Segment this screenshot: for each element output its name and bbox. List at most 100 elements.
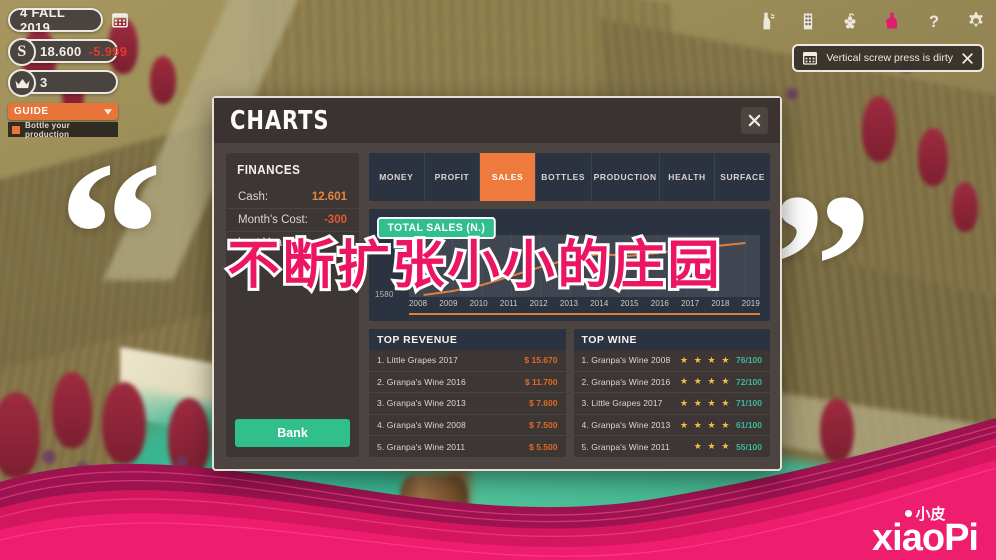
- caret-down-icon: [104, 108, 112, 115]
- table-row[interactable]: 2. Granpa's Wine 2016 ★ ★ ★ ★ 72/100: [573, 372, 770, 394]
- table-row[interactable]: 5. Granpa's Wine 2011 ★ ★ ★ 55/100: [574, 436, 771, 457]
- wine-item-name: 3. Little Grapes 2017: [581, 398, 663, 409]
- wine-score: 61/100: [736, 420, 762, 431]
- guide-task-label: Bottle your production: [25, 120, 70, 139]
- chart-x-tick: 2019: [741, 299, 760, 308]
- help-icon[interactable]: ?: [924, 10, 944, 32]
- tree: [150, 56, 176, 104]
- bush: [76, 462, 89, 475]
- svg-text:?: ?: [929, 12, 939, 31]
- finances-title: FINANCES: [237, 163, 301, 177]
- table-row[interactable]: 1. Little Grapes 2017 $ 15.670: [369, 350, 566, 372]
- hud-panel: 4 FALL 2019 S 18.600 -5.999 3 GUIDE Bott…: [8, 5, 129, 139]
- top-wine-table: TOP WINE 1. Granpa's Wine 2008 ★ ★ ★ ★ 7…: [573, 329, 771, 457]
- revenue-item-name: 3. Granpa's Wine 2013: [377, 398, 466, 409]
- chart-x-tick: 2010: [469, 299, 488, 308]
- guide-button[interactable]: GUIDE: [8, 103, 118, 120]
- subtitle-overlay: 不断扩张小小的庄园: [224, 233, 723, 299]
- revenue-item-name: 1. Little Grapes 2017: [377, 355, 459, 366]
- tree: [168, 398, 210, 478]
- table-row[interactable]: 3. Granpa's Wine 2013 $ 7.600: [369, 393, 566, 415]
- table-row[interactable]: 5. Granpa's Wine 2011 $ 5.500: [369, 436, 566, 457]
- bush: [176, 456, 188, 468]
- task-checkbox-icon[interactable]: [12, 125, 20, 134]
- notification-text: Vertical screw press is dirty: [826, 52, 953, 64]
- prestige-pill[interactable]: 3: [8, 69, 118, 97]
- tab-money[interactable]: MONEY: [369, 153, 425, 201]
- table-row[interactable]: 2. Granpa's Wine 2016 $ 11.700: [369, 372, 566, 394]
- calendar-icon[interactable]: [111, 11, 129, 29]
- chart-x-tick: 2011: [499, 299, 518, 308]
- date-label: 4 FALL 2019: [20, 5, 65, 35]
- chart-x-tick: 2017: [681, 299, 700, 308]
- bush: [126, 468, 141, 483]
- revenue-item-value: $ 5.500: [529, 441, 558, 452]
- revenue-item-value: $ 15.670: [524, 355, 558, 366]
- tree: [862, 96, 896, 162]
- close-window-button[interactable]: [741, 107, 768, 134]
- pour-bottle-icon[interactable]: [756, 10, 776, 32]
- revenue-item-name: 4. Granpa's Wine 2008: [377, 420, 466, 431]
- finances-row-value: 12.601: [311, 191, 347, 203]
- bush: [206, 472, 219, 485]
- finances-card: FINANCES Cash: 12.601 Month's Cost: -300…: [226, 153, 359, 457]
- crown-glyph: [14, 78, 30, 88]
- tab-sales[interactable]: SALES: [480, 153, 536, 201]
- tree: [52, 372, 92, 448]
- chart-x-tick: 2015: [620, 299, 639, 308]
- bush: [786, 88, 798, 100]
- settings-gear-icon[interactable]: [966, 10, 986, 32]
- bank-button-label: Bank: [277, 426, 308, 440]
- revenue-item-value: $ 7.600: [529, 398, 558, 409]
- tab-profit[interactable]: PROFIT: [425, 153, 481, 201]
- building-icon[interactable]: [798, 10, 818, 32]
- close-icon[interactable]: [961, 52, 974, 65]
- wine-star-rating: ★ ★ ★: [693, 441, 731, 452]
- barrel: [400, 475, 468, 555]
- wine-star-rating: ★ ★ ★ ★: [680, 376, 731, 387]
- tab-surface[interactable]: SURFACE: [715, 153, 770, 201]
- wine-bottle-icon[interactable]: [882, 10, 902, 32]
- tab-health[interactable]: HEALTH: [660, 153, 716, 201]
- money-pill[interactable]: S 18.600 -5.999: [8, 38, 127, 66]
- tab-production[interactable]: PRODUCTION: [592, 153, 660, 201]
- notification-toast[interactable]: Vertical screw press is dirty: [792, 44, 984, 72]
- wine-star-rating: ★ ★ ★ ★: [680, 419, 731, 430]
- revenue-item-value: $ 11.700: [524, 376, 558, 387]
- grapes-icon[interactable]: [840, 10, 860, 32]
- chart-x-tick: 2014: [590, 299, 609, 308]
- table-row[interactable]: 3. Little Grapes 2017 ★ ★ ★ ★ 71/100: [573, 393, 770, 415]
- revenue-item-name: 5. Granpa's Wine 2011: [377, 441, 466, 452]
- charts-right-column: MONEY PROFIT SALES BOTTLES PRODUCTION HE…: [369, 153, 770, 457]
- chart-x-tick: 2009: [439, 299, 458, 308]
- money-delta: -5.999: [88, 43, 128, 59]
- charts-window-header: CHARTS: [214, 98, 780, 143]
- tab-bottles[interactable]: BOTTLES: [536, 153, 592, 201]
- wine-item-name: 5. Granpa's Wine 2011: [581, 441, 670, 452]
- table-row[interactable]: 1. Granpa's Wine 2008 ★ ★ ★ ★ 76/100: [573, 350, 770, 372]
- guide-task-item[interactable]: Bottle your production: [8, 120, 118, 139]
- wine-score: 76/100: [736, 355, 762, 366]
- quote-open-mark: “: [58, 119, 163, 351]
- tree: [820, 398, 854, 462]
- bank-button[interactable]: Bank: [235, 419, 350, 447]
- crown-icon: [8, 69, 36, 97]
- date-pill[interactable]: 4 FALL 2019: [8, 5, 103, 35]
- table-row[interactable]: 4. Granpa's Wine 2013 ★ ★ ★ ★ 61/100: [573, 415, 770, 437]
- revenue-item-name: 2. Granpa's Wine 2016: [377, 376, 466, 387]
- table-row[interactable]: 4. Granpa's Wine 2008 $ 7.500: [369, 415, 566, 437]
- wine-item-name: 1. Granpa's Wine 2008: [581, 355, 671, 366]
- chart-x-axis: 2008 2009 2010 2011 2012 2013 2014 2015 …: [409, 298, 760, 309]
- top-revenue-table: TOP REVENUE 1. Little Grapes 2017 $ 15.6…: [369, 329, 566, 457]
- guide-label: GUIDE: [14, 106, 49, 117]
- chart-tabs: MONEY PROFIT SALES BOTTLES PRODUCTION HE…: [369, 153, 770, 201]
- prestige-value: 3: [40, 74, 48, 90]
- bush: [42, 450, 56, 464]
- charts-window-body: FINANCES Cash: 12.601 Month's Cost: -300…: [214, 143, 780, 469]
- finances-row-label: Cash:: [238, 191, 269, 203]
- chart-x-tick: 2013: [559, 299, 579, 308]
- wine-star-rating: ★ ★ ★ ★: [680, 354, 731, 365]
- money-value: 18.600: [40, 43, 82, 59]
- top-revenue-title: TOP REVENUE: [369, 329, 566, 350]
- quote-close-mark: ”: [768, 151, 873, 383]
